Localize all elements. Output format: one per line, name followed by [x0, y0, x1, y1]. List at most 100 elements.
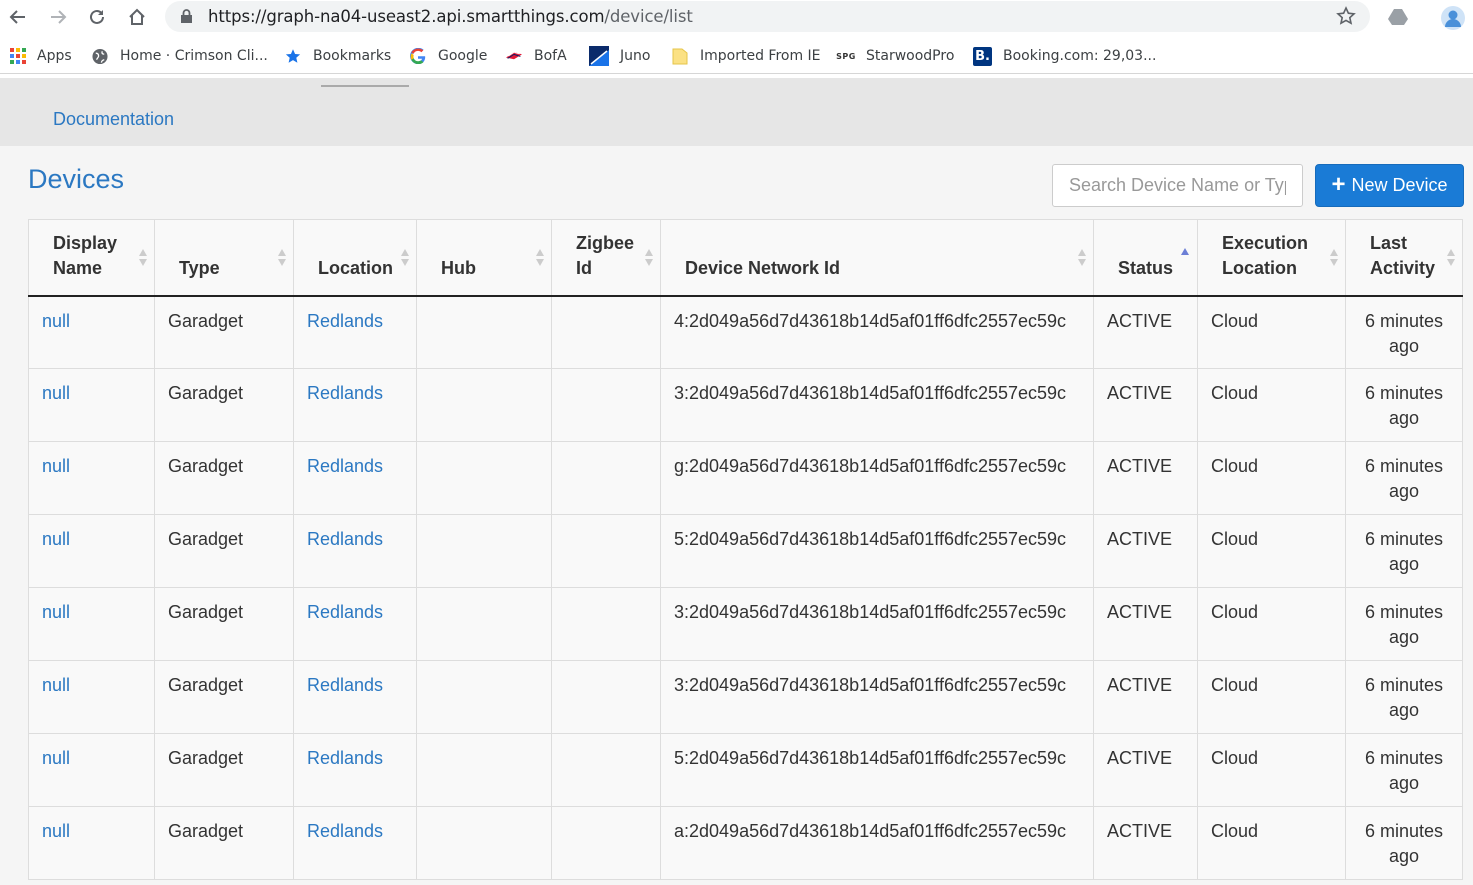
bookmark-juno[interactable]: Juno: [589, 45, 650, 67]
sort-icon: [1078, 249, 1087, 267]
profile-avatar-icon[interactable]: [1440, 5, 1465, 30]
col-label: Type: [179, 257, 220, 278]
bookmark-label: Imported From IE: [700, 48, 821, 64]
device-last-activity: 6 minutes ago: [1345, 733, 1463, 807]
device-hub: [416, 587, 552, 661]
apps-grid-icon: [10, 48, 26, 64]
bookmark-imported-from-ie[interactable]: Imported From IE: [672, 45, 821, 67]
bookmarks-bar: Apps Home · Crimson Cli... Bookmarks Goo…: [0, 38, 1473, 74]
new-device-button[interactable]: + New Device: [1315, 164, 1464, 207]
device-status: ACTIVE: [1093, 295, 1198, 369]
device-hub: [416, 514, 552, 588]
col-last-activity[interactable]: Last Activity: [1345, 219, 1463, 297]
device-location-link[interactable]: Redlands: [293, 733, 417, 807]
device-location-link[interactable]: Redlands: [293, 295, 417, 369]
device-name-link[interactable]: null: [28, 295, 155, 369]
device-location-link[interactable]: Redlands: [293, 514, 417, 588]
device-execution-location: Cloud: [1197, 806, 1346, 880]
device-execution-location: Cloud: [1197, 295, 1346, 369]
device-last-activity: 6 minutes ago: [1345, 587, 1463, 661]
device-name-link[interactable]: null: [28, 660, 155, 734]
device-execution-location: Cloud: [1197, 514, 1346, 588]
device-status: ACTIVE: [1093, 660, 1198, 734]
device-zigbee-id: [551, 733, 661, 807]
device-name-link[interactable]: null: [28, 514, 155, 588]
sort-icon: [401, 249, 410, 267]
bookmark-google[interactable]: Google: [410, 45, 487, 67]
device-hub: [416, 441, 552, 515]
star-icon: [285, 48, 301, 64]
device-network-id: 5:2d049a56d7d43618b14d5af01ff6dfc2557ec5…: [660, 514, 1094, 588]
col-type[interactable]: Type: [154, 219, 294, 297]
table-row: null Garadget Redlands a:2d049a56d7d43618b1…: [28, 806, 1463, 880]
col-execution-location[interactable]: Execution Location: [1197, 219, 1346, 297]
sort-icon: [645, 249, 654, 267]
device-location-link[interactable]: Redlands: [293, 806, 417, 880]
table-header-row: Display Name Type Location Hub Zigbee Id…: [28, 219, 1463, 297]
device-name-link[interactable]: null: [28, 587, 155, 661]
device-type: Garadget: [154, 806, 294, 880]
forward-arrow-icon[interactable]: [45, 4, 71, 30]
spg-icon: SPG: [836, 51, 856, 61]
device-hub: [416, 295, 552, 369]
device-name-link[interactable]: null: [28, 733, 155, 807]
bookmark-label: Home · Crimson Cli...: [120, 48, 268, 64]
sort-icon: [1447, 249, 1456, 267]
device-type: Garadget: [154, 295, 294, 369]
bookmark-label: StarwoodPro: [866, 48, 955, 64]
device-location-link[interactable]: Redlands: [293, 587, 417, 661]
device-hub: [416, 806, 552, 880]
device-status: ACTIVE: [1093, 368, 1198, 442]
bookmark-home[interactable]: Home · Crimson Cli...: [92, 45, 268, 67]
col-label: Display Name: [53, 232, 118, 278]
bookmark-label: BofA: [534, 48, 567, 64]
device-network-id: 3:2d049a56d7d43618b14d5af01ff6dfc2557ec5…: [660, 368, 1094, 442]
bofa-flag-icon: [506, 48, 522, 64]
booking-icon: B.: [973, 46, 992, 66]
home-icon[interactable]: [124, 4, 150, 30]
col-label: Device Network Id: [685, 257, 841, 278]
bookmark-starwoodpro[interactable]: SPG StarwoodPro: [836, 45, 954, 67]
address-bar[interactable]: https://graph-na04-useast2.api.smartthin…: [165, 1, 1370, 32]
device-location-link[interactable]: Redlands: [293, 660, 417, 734]
device-last-activity: 6 minutes ago: [1345, 806, 1463, 880]
device-name-link[interactable]: null: [28, 368, 155, 442]
device-location-link[interactable]: Redlands: [293, 368, 417, 442]
reload-icon[interactable]: [84, 4, 110, 30]
bookmark-bookmarks[interactable]: Bookmarks: [285, 45, 391, 67]
table-row: null Garadget Redlands 3:2d049a56d7d43618b1…: [28, 660, 1463, 734]
device-hub: [416, 733, 552, 807]
device-name-link[interactable]: null: [28, 806, 155, 880]
back-arrow-icon[interactable]: [5, 4, 31, 30]
device-location-link[interactable]: Redlands: [293, 441, 417, 515]
bookmark-star-icon[interactable]: [1336, 6, 1356, 31]
device-zigbee-id: [551, 295, 661, 369]
google-icon: [410, 48, 426, 64]
active-nav-underline: [321, 85, 409, 87]
col-hub[interactable]: Hub: [416, 219, 552, 297]
col-device-network-id[interactable]: Device Network Id: [660, 219, 1094, 297]
col-label: Zigbee Id: [576, 232, 635, 278]
bookmark-label: Juno: [620, 48, 651, 64]
documentation-link[interactable]: Documentation: [53, 109, 174, 130]
folder-icon: [672, 48, 688, 65]
table-row: null Garadget Redlands g:2d049a56d7d43618b1…: [28, 441, 1463, 515]
bookmark-apps[interactable]: Apps: [10, 45, 72, 67]
lock-icon: [181, 9, 192, 28]
col-zigbee-id[interactable]: Zigbee Id: [551, 219, 661, 297]
device-last-activity: 6 minutes ago: [1345, 368, 1463, 442]
col-label: Status: [1118, 257, 1174, 278]
device-name-link[interactable]: null: [28, 441, 155, 515]
device-execution-location: Cloud: [1197, 660, 1346, 734]
bookmark-bofa[interactable]: BofA: [506, 45, 567, 67]
col-location[interactable]: Location: [293, 219, 417, 297]
device-type: Garadget: [154, 733, 294, 807]
col-status[interactable]: Status: [1093, 219, 1198, 297]
device-search-input[interactable]: [1052, 164, 1303, 207]
col-display-name[interactable]: Display Name: [28, 219, 155, 297]
device-status: ACTIVE: [1093, 587, 1198, 661]
sort-icon: [1330, 249, 1339, 267]
drive-extension-icon[interactable]: [1386, 5, 1410, 29]
device-network-id: a:2d049a56d7d43618b14d5af01ff6dfc2557ec5…: [660, 806, 1094, 880]
bookmark-booking[interactable]: B. Booking.com: 29,03...: [973, 45, 1156, 67]
